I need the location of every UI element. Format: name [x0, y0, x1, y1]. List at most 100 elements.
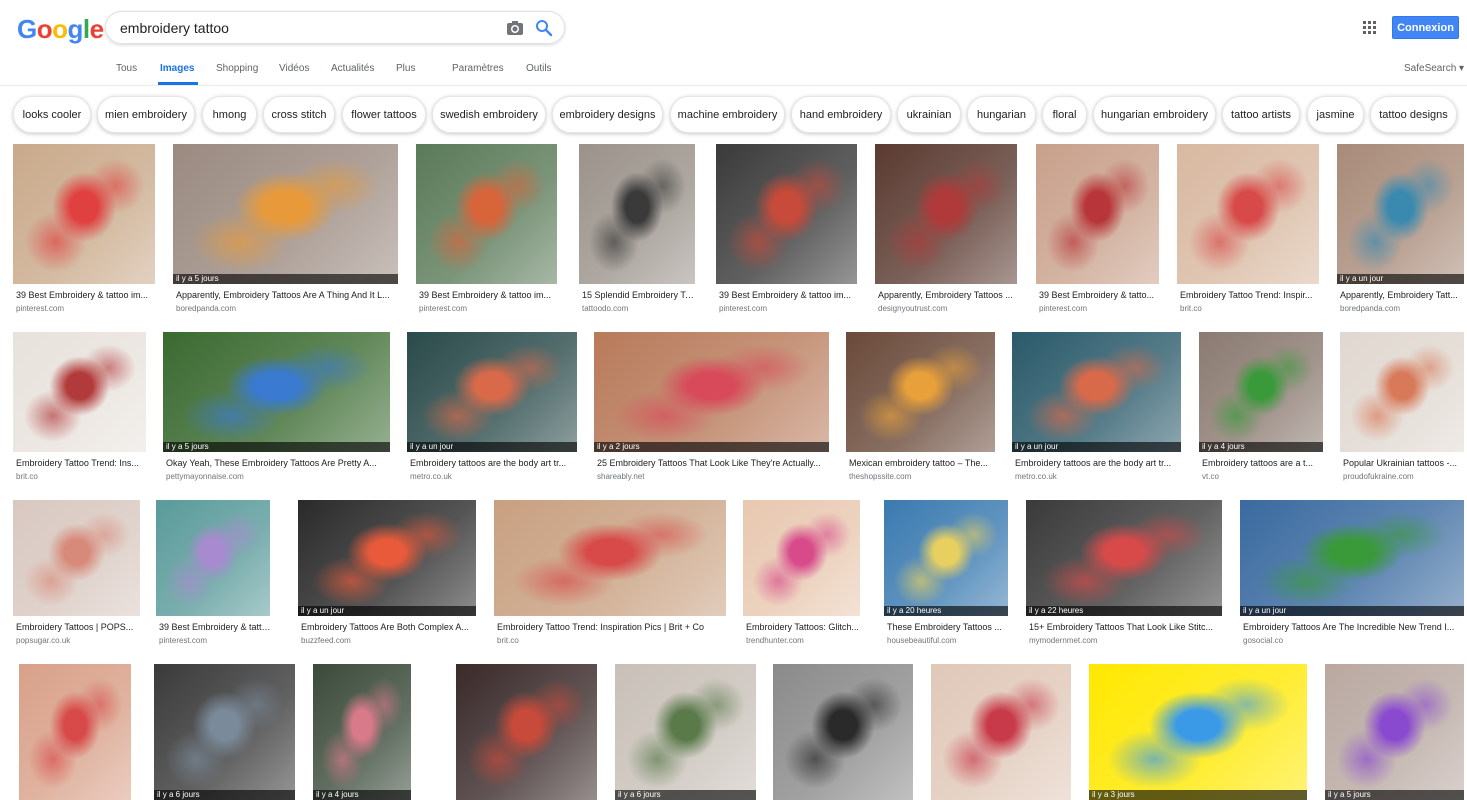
- image-result-thumbnail[interactable]: il y a 6 jours: [154, 664, 295, 800]
- image-result-thumbnail[interactable]: [773, 664, 913, 800]
- image-result-thumbnail[interactable]: il y a 6 jours: [615, 664, 756, 800]
- tattoo-photo-icon: [407, 332, 577, 452]
- tab-news[interactable]: Actualités: [331, 63, 374, 74]
- result-age-badge: il y a 20 heures: [884, 606, 1008, 616]
- image-result-thumbnail[interactable]: [13, 144, 155, 284]
- tab-tools[interactable]: Outils: [526, 63, 552, 74]
- chip[interactable]: hungarian embroidery: [1093, 96, 1216, 133]
- search-input[interactable]: [120, 20, 500, 36]
- safesearch-menu[interactable]: SafeSearch ▾: [1404, 63, 1464, 74]
- tab-settings[interactable]: Paramètres: [452, 63, 504, 74]
- image-result-thumbnail[interactable]: il y a 22 heures: [1026, 500, 1222, 616]
- result-age-badge: il y a 6 jours: [615, 790, 756, 800]
- result-title[interactable]: 25 Embroidery Tattoos That Look Like The…: [597, 458, 830, 468]
- image-result-thumbnail[interactable]: [156, 500, 270, 616]
- tattoo-photo-icon: [298, 500, 476, 616]
- image-result-thumbnail[interactable]: [416, 144, 557, 284]
- result-title[interactable]: Embroidery Tattoos: Glitch...: [746, 622, 861, 632]
- result-title[interactable]: Embroidery Tattoos Are The Incredible Ne…: [1243, 622, 1465, 632]
- tab-more[interactable]: Plus: [396, 63, 415, 74]
- chip[interactable]: ukrainian: [897, 96, 961, 133]
- result-title[interactable]: 39 Best Embroidery & tatto...: [159, 622, 271, 632]
- google-logo[interactable]: Google: [17, 14, 104, 45]
- apps-grid-icon[interactable]: [1363, 21, 1377, 35]
- result-title[interactable]: Embroidery Tattoos Are Both Complex A...: [301, 622, 477, 632]
- result-title[interactable]: Embroidery Tattoos | POPS...: [16, 622, 141, 632]
- result-age-badge: il y a un jour: [298, 606, 476, 616]
- result-title[interactable]: Embroidery tattoos are the body art tr..…: [1015, 458, 1182, 468]
- result-title[interactable]: Apparently, Embroidery Tattoos ...: [878, 290, 1018, 300]
- image-result-thumbnail[interactable]: [931, 664, 1071, 800]
- image-result-thumbnail[interactable]: il y a 5 jours: [163, 332, 390, 452]
- result-source: pettymayonnaise.com: [166, 472, 244, 481]
- result-title[interactable]: Apparently, Embroidery Tatt...: [1340, 290, 1465, 300]
- image-result-thumbnail[interactable]: il y a 20 heures: [884, 500, 1008, 616]
- tab-images[interactable]: Images: [160, 63, 194, 74]
- image-result-thumbnail[interactable]: il y a un jour: [407, 332, 577, 452]
- result-title[interactable]: 15 Splendid Embroidery Ta...: [582, 290, 696, 300]
- image-result-thumbnail[interactable]: il y a 4 jours: [1199, 332, 1323, 452]
- tab-videos[interactable]: Vidéos: [279, 63, 309, 74]
- image-result-thumbnail[interactable]: [1036, 144, 1159, 284]
- chip[interactable]: hand embroidery: [791, 96, 891, 133]
- result-title[interactable]: Embroidery Tattoo Trend: Inspiration Pic…: [497, 622, 727, 632]
- image-result-thumbnail[interactable]: [19, 664, 131, 800]
- result-title[interactable]: 39 Best Embroidery & tattoo im...: [719, 290, 858, 300]
- image-result-thumbnail[interactable]: il y a 5 jours: [173, 144, 398, 284]
- image-result-thumbnail[interactable]: il y a un jour: [1337, 144, 1464, 284]
- result-title[interactable]: Apparently, Embroidery Tattoos Are A Thi…: [176, 290, 399, 300]
- chip[interactable]: machine embroidery: [670, 96, 785, 133]
- chip[interactable]: flower tattoos: [342, 96, 426, 133]
- result-title[interactable]: 15+ Embroidery Tattoos That Look Like St…: [1029, 622, 1223, 632]
- search-icon[interactable]: [535, 19, 553, 37]
- result-title[interactable]: 39 Best Embroidery & tatto...: [1039, 290, 1160, 300]
- chip[interactable]: embroidery designs: [552, 96, 663, 133]
- image-result-thumbnail[interactable]: [846, 332, 995, 452]
- image-result-thumbnail[interactable]: [875, 144, 1017, 284]
- result-title[interactable]: Popular Ukrainian tattoos -...: [1343, 458, 1465, 468]
- image-result-thumbnail[interactable]: [13, 332, 146, 452]
- tattoo-photo-icon: [1026, 500, 1222, 616]
- chip[interactable]: jasmine: [1307, 96, 1364, 133]
- image-result-thumbnail[interactable]: il y a un jour: [1012, 332, 1181, 452]
- chip[interactable]: swedish embroidery: [432, 96, 546, 133]
- image-result-thumbnail[interactable]: [1340, 332, 1464, 452]
- search-box: [105, 11, 565, 44]
- chip[interactable]: cross stitch: [263, 96, 335, 133]
- image-result-thumbnail[interactable]: [456, 664, 597, 800]
- result-title[interactable]: Okay Yeah, These Embroidery Tattoos Are …: [166, 458, 391, 468]
- image-result-thumbnail[interactable]: il y a 4 jours: [313, 664, 411, 800]
- result-title[interactable]: Embroidery tattoos are a t...: [1202, 458, 1324, 468]
- tab-shopping[interactable]: Shopping: [216, 63, 258, 74]
- image-result-thumbnail[interactable]: il y a 5 jours: [1325, 664, 1464, 800]
- image-result-thumbnail[interactable]: [1177, 144, 1319, 284]
- image-result-thumbnail[interactable]: il y a 2 jours: [594, 332, 829, 452]
- image-result-thumbnail[interactable]: [716, 144, 857, 284]
- chip[interactable]: hungarian: [967, 96, 1036, 133]
- chip[interactable]: tattoo artists: [1222, 96, 1300, 133]
- image-result-thumbnail[interactable]: [579, 144, 695, 284]
- image-result-thumbnail[interactable]: [743, 500, 860, 616]
- result-source: metro.co.uk: [1015, 472, 1057, 481]
- chip[interactable]: tattoo designs: [1370, 96, 1457, 133]
- result-source: pinterest.com: [1039, 304, 1088, 313]
- chip[interactable]: looks cooler: [13, 96, 91, 133]
- image-result-thumbnail[interactable]: [494, 500, 726, 616]
- result-title[interactable]: Embroidery Tattoo Trend: Ins...: [16, 458, 147, 468]
- chip[interactable]: hmong: [202, 96, 257, 133]
- chip[interactable]: floral: [1042, 96, 1087, 133]
- result-title[interactable]: These Embroidery Tattoos ...: [887, 622, 1009, 632]
- signin-button[interactable]: Connexion: [1392, 16, 1459, 39]
- image-result-thumbnail[interactable]: il y a un jour: [298, 500, 476, 616]
- tab-all[interactable]: Tous: [116, 63, 137, 74]
- result-title[interactable]: Mexican embroidery tattoo – The...: [849, 458, 996, 468]
- chip[interactable]: mien embroidery: [97, 96, 195, 133]
- result-title[interactable]: 39 Best Embroidery & tattoo im...: [16, 290, 156, 300]
- result-title[interactable]: Embroidery Tattoo Trend: Inspir...: [1180, 290, 1320, 300]
- image-result-thumbnail[interactable]: [13, 500, 140, 616]
- camera-icon[interactable]: [506, 20, 524, 36]
- image-result-thumbnail[interactable]: il y a un jour: [1240, 500, 1464, 616]
- result-title[interactable]: 39 Best Embroidery & tattoo im...: [419, 290, 558, 300]
- result-title[interactable]: Embroidery tattoos are the body art tr..…: [410, 458, 578, 468]
- image-result-thumbnail[interactable]: il y a 3 jours: [1089, 664, 1307, 800]
